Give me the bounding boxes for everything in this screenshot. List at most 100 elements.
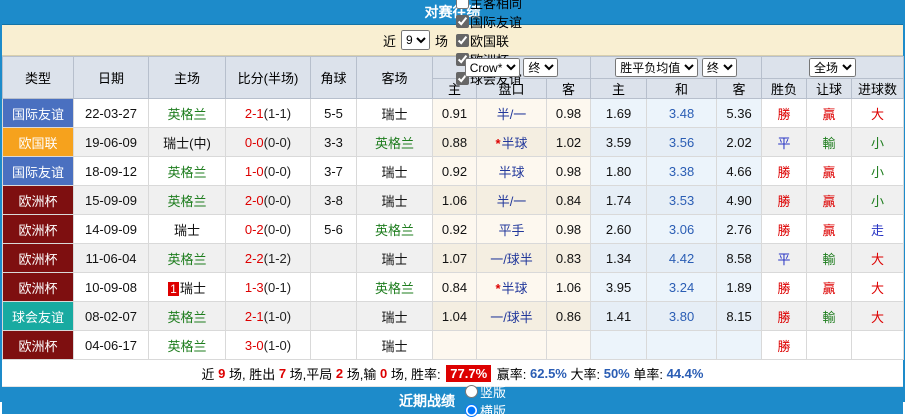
summary-segment: 9 [218,366,225,381]
away-team: 英格兰 [357,215,433,244]
radio-竖版[interactable] [465,385,478,398]
halftime-score: (1-1) [264,106,291,121]
away-team: 英格兰 [357,128,433,157]
filter-bar: 近 9 场 主客相同国际友谊欧国联欧洲杯球会友谊 [2,25,903,56]
odds-win [591,331,647,360]
summary-segment: 44.4% [667,366,704,381]
result-goals: 小 [852,186,904,215]
record-summary: 近 9 场, 胜出 7 场,平局 2 场,输 0 场, 胜率: 77.7% 赢率… [2,360,903,387]
away-team: 英格兰 [357,273,433,302]
handicap-line: *半球 [477,128,547,157]
handicap-away-odds: 0.98 [547,157,591,186]
handicap-home-odds: 1.07 [433,244,477,273]
home-team: 瑞士(中) [149,128,226,157]
home-team: 英格兰 [149,302,226,331]
odds-type-select[interactable]: 胜平负均值 [615,58,698,77]
radio-横版[interactable] [465,404,478,417]
match-row: 欧洲杯10-09-081瑞士1-3(0-1)英格兰0.84*半球1.063.95… [3,273,904,302]
match-count-select[interactable]: 9 [401,30,430,50]
summary-segment: 50% [604,366,630,381]
result-handicap: 贏 [807,157,852,186]
radio-label: 横版 [480,401,506,420]
handicap-home-odds: 0.91 [433,99,477,128]
halftime-score: (1-2) [264,251,291,266]
checkbox-国际友谊[interactable] [456,15,469,28]
sub-header-goals-result: 进球数 [852,79,904,99]
checkbox-欧国联[interactable] [456,34,469,47]
score: 2-1(1-0) [226,302,311,331]
filter-checkbox-主客相同[interactable]: 主客相同 [450,0,522,12]
sub-header-result: 胜负 [762,79,807,99]
fulltime-score: 3-0 [245,338,264,353]
halftime-score: (0-0) [264,164,291,179]
odds-lose: 1.89 [717,273,762,302]
result-handicap [807,331,852,360]
match-date: 04-06-17 [74,331,149,360]
away-team: 瑞士 [357,99,433,128]
handicap-away-odds: 1.06 [547,273,591,302]
match-date: 18-09-12 [74,157,149,186]
corner-score [311,331,357,360]
result-handicap: 贏 [807,99,852,128]
odds-win: 1.74 [591,186,647,215]
away-team: 瑞士 [357,302,433,331]
checkbox-label: 主客相同 [470,0,522,12]
odds-time-select[interactable]: 终 [702,58,737,77]
corner-score: 5-6 [311,215,357,244]
win-rate-badge: 77.7% [446,365,491,382]
result-goals: 小 [852,128,904,157]
match-date: 19-06-09 [74,128,149,157]
fulltime-score: 2-1 [245,106,264,121]
fulltime-score: 0-0 [245,135,264,150]
home-team: 英格兰 [149,244,226,273]
halftime-score: (1-0) [264,309,291,324]
fulltime-score: 2-1 [245,309,264,324]
period-select[interactable]: 全场 [809,58,856,77]
score: 1-0(0-0) [226,157,311,186]
summary-segment: 2 [336,366,343,381]
result-goals: 大 [852,244,904,273]
col-header-away: 客场 [357,57,433,99]
home-team: 英格兰 [149,186,226,215]
result-outcome: 勝 [762,186,807,215]
result-group-header: 全场 [762,57,904,79]
summary-segment: 0 [380,366,387,381]
odds-win: 1.80 [591,157,647,186]
filter-checkbox-欧国联[interactable]: 欧国联 [450,31,522,50]
summary-segment: 7 [279,366,286,381]
result-outcome: 平 [762,128,807,157]
handicap-line: 一/球半 [477,302,547,331]
fulltime-score: 1-0 [245,164,264,179]
bookmaker-select[interactable]: Crow* [465,58,520,77]
filter-checkbox-国际友谊[interactable]: 国际友谊 [450,12,522,31]
summary-segment: 场,平局 [286,364,336,383]
match-type-badge: 欧洲杯 [3,186,74,215]
handicap-away-odds: 0.83 [547,244,591,273]
col-header-score: 比分(半场) [226,57,311,99]
handicap-time-select[interactable]: 终 [523,58,558,77]
home-team: 1瑞士 [149,273,226,302]
rank-badge: 1 [168,282,179,296]
handicap-away-odds: 0.98 [547,215,591,244]
result-goals: 大 [852,99,904,128]
sub-header-odds-draw: 和 [647,79,717,99]
halftime-score: (0-0) [264,193,291,208]
result-handicap: 輸 [807,128,852,157]
result-outcome: 勝 [762,302,807,331]
recent-results-label: 近期战绩 [399,391,455,411]
handicap-home-odds: 0.84 [433,273,477,302]
handicap-star: * [495,136,500,151]
col-header-home: 主场 [149,57,226,99]
odds-draw: 3.56 [647,128,717,157]
result-goals: 大 [852,273,904,302]
checkbox-主客相同[interactable] [456,0,469,9]
match-row: 欧洲杯04-06-17英格兰3-0(1-0)瑞士勝 [3,331,904,360]
layout-option-竖版[interactable]: 竖版 [459,382,506,401]
match-date: 10-09-08 [74,273,149,302]
corner-score: 5-5 [311,99,357,128]
layout-option-横版[interactable]: 横版 [459,401,506,420]
col-header-type: 类型 [3,57,74,99]
halftime-score: (1-0) [264,338,291,353]
handicap-away-odds [547,331,591,360]
odds-lose: 5.36 [717,99,762,128]
